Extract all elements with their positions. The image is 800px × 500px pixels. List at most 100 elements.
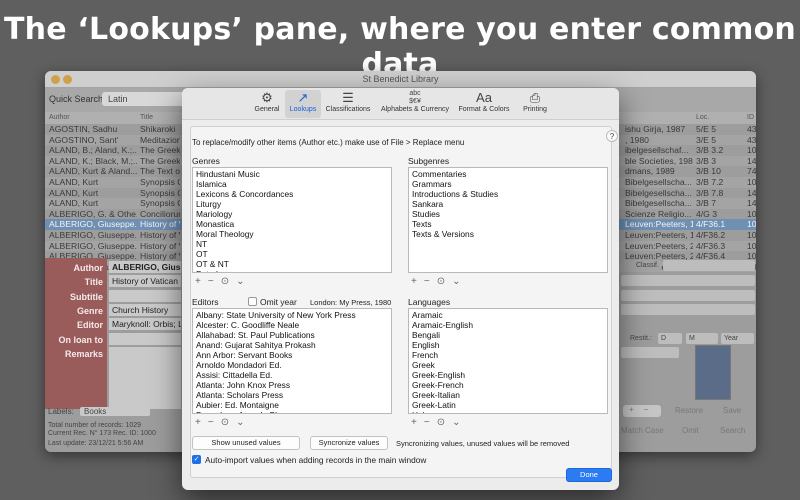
restore-button[interactable]: Restore <box>675 406 703 415</box>
genre-item[interactable]: NT <box>196 239 388 249</box>
editor-item[interactable]: Aubier: Ed. Montaigne <box>196 400 388 410</box>
genre-item[interactable]: Islamica <box>196 179 388 189</box>
language-item[interactable]: Aramaic <box>412 310 604 320</box>
subgenre-item[interactable]: Introductions & Studies <box>412 189 604 199</box>
column-author[interactable]: Author <box>49 114 70 121</box>
subgenres-more-button[interactable]: ⊙ <box>437 276 445 287</box>
editor-item[interactable]: Bangalore: Ananda Bhavan <box>196 410 388 413</box>
tab-lookups[interactable]: ↗ Lookups <box>285 90 321 118</box>
save-button[interactable]: Save <box>723 406 741 415</box>
right-field-4[interactable] <box>621 304 755 315</box>
done-button[interactable]: Done <box>566 468 612 482</box>
language-item[interactable]: English <box>412 340 604 350</box>
genre-item[interactable]: OT & NT <box>196 259 388 269</box>
subgenre-item[interactable]: Grammars <box>412 179 604 189</box>
tab-general[interactable]: ⚙ General <box>250 90 284 118</box>
editor-field[interactable]: Maryknoll: Orbis; L <box>109 318 181 330</box>
synchronize-button[interactable]: Syncronize values <box>310 436 388 450</box>
editor-item[interactable]: Atlanta: Scholars Press <box>196 390 388 400</box>
language-item[interactable]: Greek-Latin <box>412 400 604 410</box>
tab-format-colors[interactable]: Aa Format & Colors <box>456 90 512 118</box>
genre-item[interactable]: Mariology <box>196 209 388 219</box>
editor-item[interactable]: Arnoldo Mondadori Ed. <box>196 360 388 370</box>
column-loc[interactable]: Loc. <box>696 114 709 121</box>
language-item[interactable]: Greek <box>412 360 604 370</box>
subgenre-item[interactable]: Studies <box>412 209 604 219</box>
classif-select[interactable] <box>663 260 755 271</box>
subgenre-item[interactable]: Commentaries <box>412 169 604 179</box>
auto-import-checkbox[interactable]: ✓ <box>192 455 201 464</box>
tab-classifications[interactable]: ☰ Classifications <box>322 90 374 118</box>
editor-item[interactable]: Assisi: Cittadella Ed. <box>196 370 388 380</box>
language-item[interactable]: Bengali <box>412 330 604 340</box>
editors-list[interactable]: Albany: State University of New York Pre… <box>192 308 392 414</box>
minimize-window-button[interactable] <box>63 75 72 84</box>
editor-item[interactable]: Albany: State University of New York Pre… <box>196 310 388 320</box>
genre-item[interactable]: OT <box>196 249 388 259</box>
show-unused-button[interactable]: Show unused values <box>192 436 300 450</box>
close-window-button[interactable] <box>51 75 60 84</box>
author-field[interactable]: ALBERIGO, Giuse <box>109 261 181 273</box>
remarks-field[interactable] <box>109 347 181 409</box>
genres-more-button[interactable]: ⊙ <box>221 276 229 287</box>
genre-item[interactable]: Lexicons & Concordances <box>196 189 388 199</box>
subgenres-list[interactable]: Commentaries Grammars Introductions & Stud… <box>408 167 608 273</box>
genre-item[interactable]: Patrology <box>196 269 388 272</box>
restit-month-select[interactable]: M <box>686 333 718 344</box>
editors-more-button[interactable]: ⊙ <box>221 417 229 428</box>
tab-printing[interactable]: ⎙ Printing <box>518 90 552 118</box>
tab-alphabets-currency[interactable]: abc $€¥ Alphabets & Currency <box>376 90 454 118</box>
subgenres-add-button[interactable]: + <box>411 276 417 287</box>
column-id[interactable]: ID <box>747 114 754 121</box>
genre-item[interactable]: Hindustani Music <box>196 169 388 179</box>
language-item[interactable]: French <box>412 350 604 360</box>
restit-day-select[interactable]: D <box>658 333 682 344</box>
editor-item[interactable]: Ann Arbor: Servant Books <box>196 350 388 360</box>
genres-list[interactable]: Hindustani Music Islamica Lexicons & Conco… <box>192 167 392 273</box>
language-item[interactable]: Greek-Italian <box>412 390 604 400</box>
match-case-button[interactable]: Match Case <box>621 426 664 435</box>
languages-remove-button[interactable]: − <box>424 417 430 428</box>
genre-field[interactable]: Church History <box>109 304 181 316</box>
subtitle-field[interactable] <box>109 290 181 302</box>
restit-year-select[interactable]: Year <box>721 333 754 344</box>
genre-item[interactable]: Moral Theology <box>196 229 388 239</box>
subgenres-remove-button[interactable]: − <box>424 276 430 287</box>
language-item[interactable]: Hebrew <box>412 410 604 413</box>
editors-add-button[interactable]: + <box>195 417 201 428</box>
on-loan-to-field[interactable] <box>109 333 181 345</box>
right-field-3[interactable] <box>621 290 755 301</box>
genre-item[interactable]: Monastica <box>196 219 388 229</box>
editor-item[interactable]: Allahabad: St. Paul Publications <box>196 330 388 340</box>
omit-button[interactable]: Omit <box>682 426 699 435</box>
editors-remove-button[interactable]: − <box>208 417 214 428</box>
subgenre-item[interactable]: Texts <box>412 219 604 229</box>
right-field-5[interactable] <box>621 347 679 358</box>
column-title[interactable]: Title <box>140 114 153 121</box>
help-button[interactable]: ? <box>606 130 618 142</box>
subgenres-chevron-down-icon[interactable]: ⌄ <box>452 276 460 287</box>
languages-more-button[interactable]: ⊙ <box>437 417 445 428</box>
languages-list[interactable]: Aramaic Aramaic-English Bengali English Fren… <box>408 308 608 414</box>
languages-chevron-down-icon[interactable]: ⌄ <box>452 417 460 428</box>
genres-add-button[interactable]: + <box>195 276 201 287</box>
genre-item[interactable]: Liturgy <box>196 199 388 209</box>
title-field[interactable]: History of Vatican <box>109 275 181 287</box>
language-item[interactable]: Greek-French <box>412 380 604 390</box>
editor-item[interactable]: Atlanta: John Knox Press <box>196 380 388 390</box>
editor-item[interactable]: Alcester: C. Goodliffe Neale <box>196 320 388 330</box>
languages-add-button[interactable]: + <box>411 417 417 428</box>
labels-select[interactable]: Books <box>80 407 151 416</box>
language-item[interactable]: Greek-English <box>412 370 604 380</box>
record-add-remove[interactable]: + − <box>623 405 661 417</box>
genres-remove-button[interactable]: − <box>208 276 214 287</box>
search-button[interactable]: Search <box>720 426 745 435</box>
genres-chevron-down-icon[interactable]: ⌄ <box>236 276 244 287</box>
right-field-2[interactable] <box>621 275 755 286</box>
subgenre-item[interactable]: Texts & Versions <box>412 229 604 239</box>
omit-year-checkbox[interactable] <box>248 297 257 306</box>
subgenre-item[interactable]: Sankara <box>412 199 604 209</box>
language-item[interactable]: Aramaic-English <box>412 320 604 330</box>
editor-item[interactable]: Anand: Gujarat Sahitya Prokash <box>196 340 388 350</box>
editors-chevron-down-icon[interactable]: ⌄ <box>236 417 244 428</box>
